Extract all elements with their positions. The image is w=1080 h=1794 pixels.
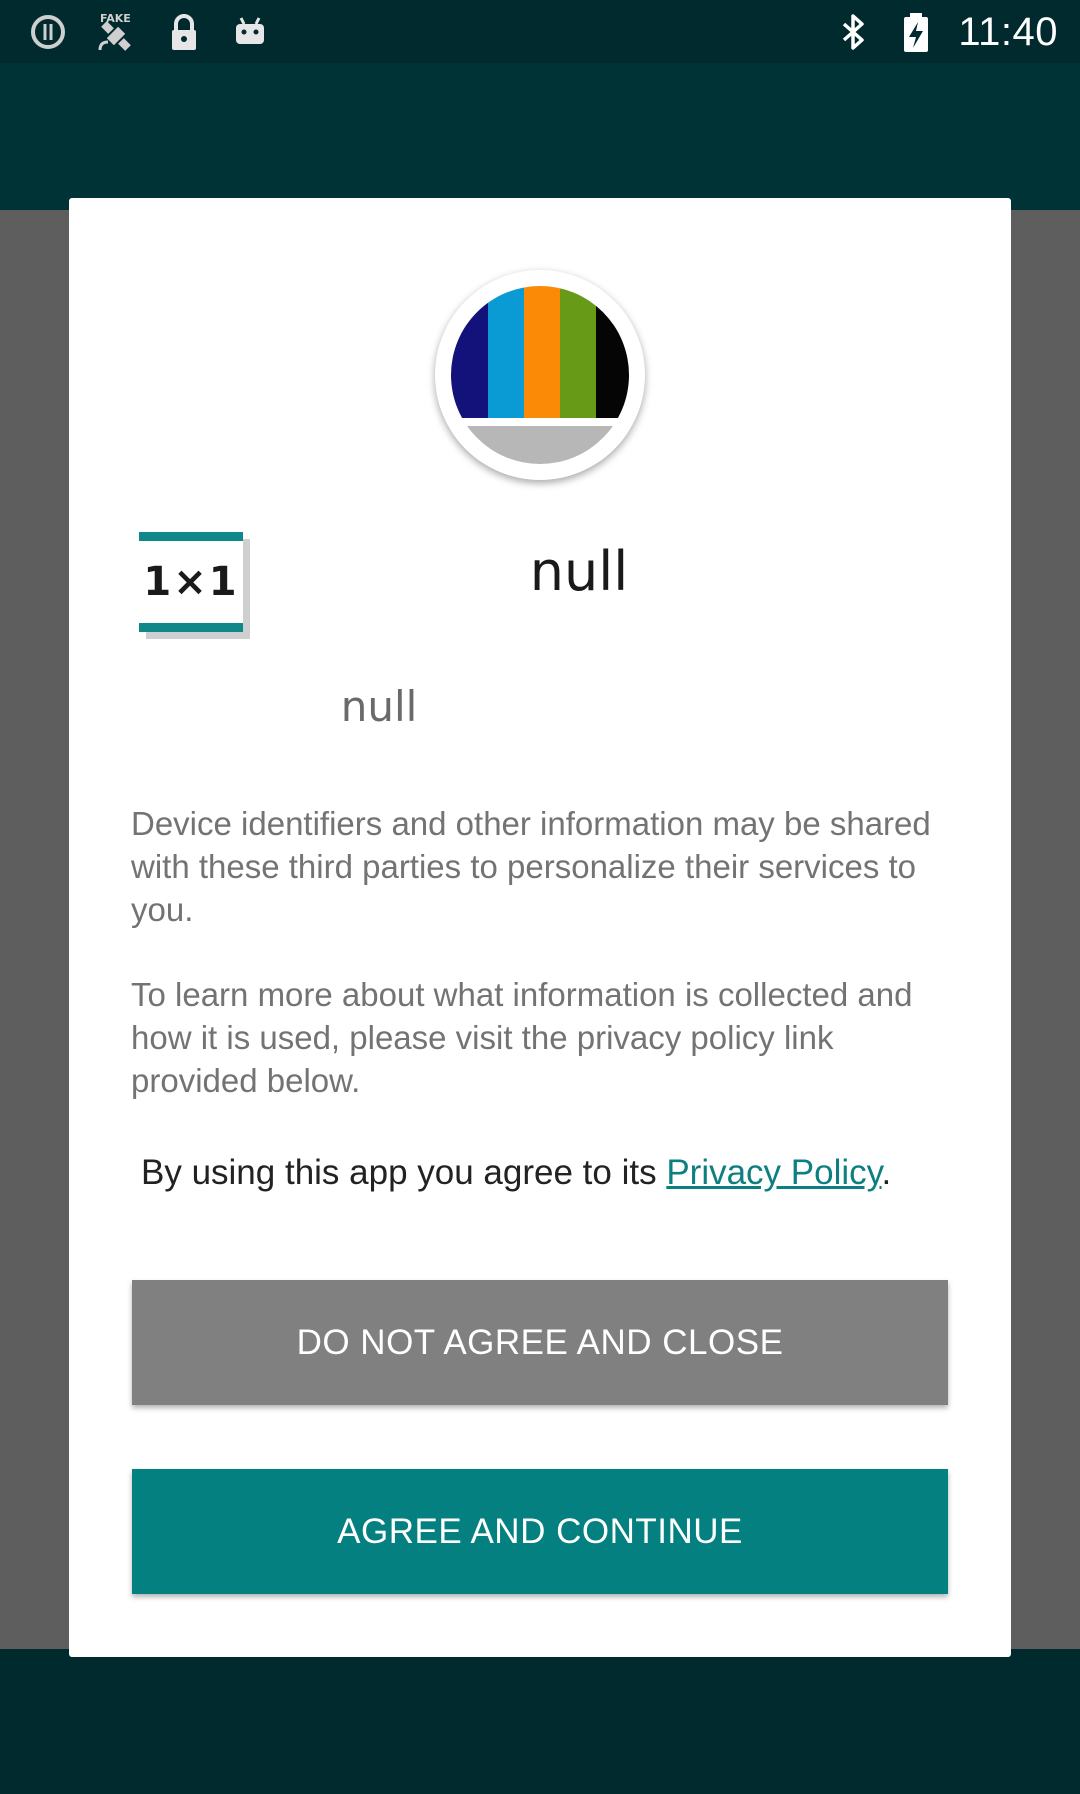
- agreement-prefix: By using this app you agree to its: [141, 1153, 667, 1192]
- status-bar-left-icons: FAKE: [28, 8, 270, 56]
- app-name: null: [529, 540, 629, 603]
- svg-text:FAKE: FAKE: [100, 12, 131, 25]
- decline-close-button[interactable]: DO NOT AGREE AND CLOSE: [132, 1280, 948, 1405]
- data-sharing-notice: Device identifiers and other information…: [131, 805, 931, 928]
- lock-icon: [172, 14, 196, 50]
- app-bottom-area: [0, 1649, 1080, 1794]
- privacy-policy-link[interactable]: Privacy Policy: [666, 1153, 881, 1192]
- status-bar-right-icons: 11:40: [834, 8, 1058, 56]
- bluetooth-icon: [843, 14, 865, 50]
- agree-continue-button[interactable]: AGREE AND CONTINUE: [132, 1469, 948, 1594]
- fake-gps-satellite-icon: FAKE: [98, 12, 131, 51]
- android-icon: [236, 17, 264, 44]
- app-icon-badge: 1×1: [139, 532, 251, 640]
- privacy-info-notice: To learn more about what information is …: [131, 976, 913, 1099]
- app-subtitle: null: [340, 682, 418, 731]
- battery-charging-icon: [904, 13, 929, 52]
- status-bar: FAKE 11:40: [0, 0, 1080, 63]
- agreement-suffix: .: [881, 1153, 892, 1192]
- agreement-statement: By using this app you agree to its Priva…: [141, 1150, 961, 1196]
- info-icon: [31, 15, 65, 49]
- tv-stripes-logo-icon: [451, 286, 629, 464]
- badge-label: 1×1: [143, 559, 239, 605]
- consent-dialog: 1×1 null null Device identifiers and oth…: [69, 198, 1011, 1657]
- app-logo: [435, 270, 645, 480]
- status-time: 11:40: [958, 9, 1058, 54]
- app-toolbar: [0, 63, 1080, 210]
